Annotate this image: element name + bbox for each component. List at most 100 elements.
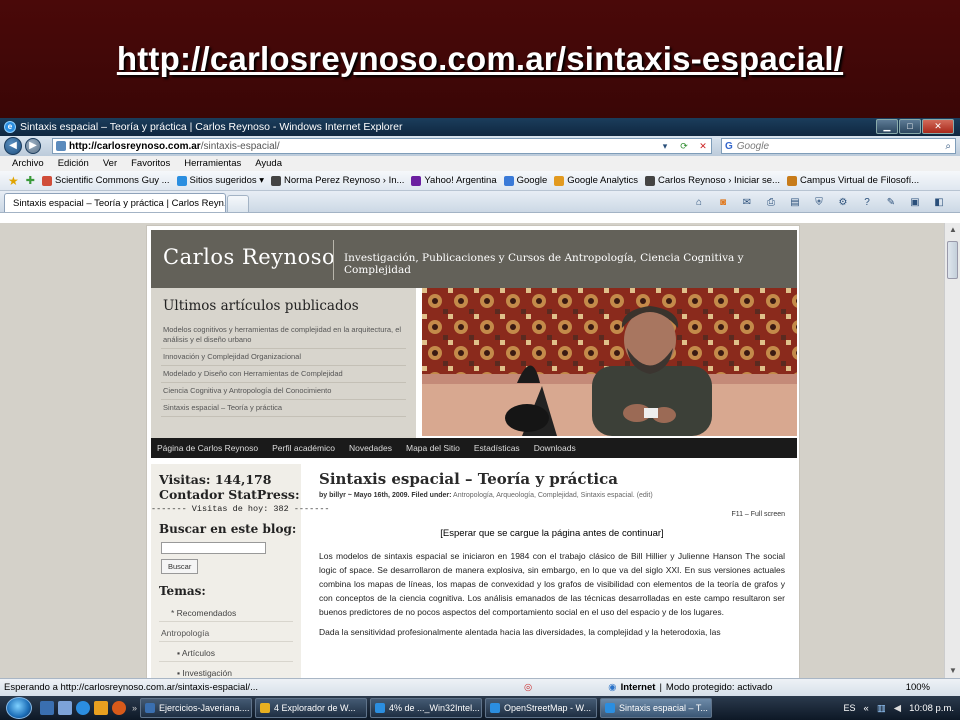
window-app-icon bbox=[260, 703, 271, 713]
scroll-thumb[interactable] bbox=[947, 241, 958, 279]
safety-icon[interactable]: ⛨ bbox=[810, 197, 828, 208]
favorite-item-0[interactable]: Scientific Commons Guy ... bbox=[41, 175, 170, 186]
zoom-level[interactable]: 100% bbox=[906, 682, 930, 693]
firefox-icon[interactable] bbox=[112, 701, 126, 715]
blog-search-input[interactable] bbox=[161, 542, 266, 554]
taskbar-button-label: Sintaxis espacial – T... bbox=[619, 703, 708, 713]
topic-link[interactable]: Antropología bbox=[159, 624, 293, 642]
byline-categories[interactable]: Antropología, Arqueología, Complejidad, … bbox=[453, 492, 653, 499]
folder-icon[interactable] bbox=[94, 701, 108, 715]
back-button[interactable]: ◀ bbox=[4, 137, 22, 155]
menu-item-2[interactable]: Ver bbox=[103, 158, 117, 169]
topic-link[interactable]: ▪ Investigación bbox=[159, 664, 293, 678]
add-favorite-icon[interactable]: ✚ bbox=[26, 174, 35, 187]
favorite-favicon-icon bbox=[176, 175, 187, 186]
wait-notice: [Esperar que se cargue la página antes d… bbox=[440, 528, 664, 539]
addon-icon[interactable]: ◧ bbox=[930, 197, 948, 208]
recent-article-link[interactable]: Innovación y Complejidad Organizacional bbox=[161, 349, 406, 366]
topic-link[interactable]: * Recomendados bbox=[159, 604, 293, 622]
favorite-item-7[interactable]: Campus Virtual de Filosofí... bbox=[786, 175, 919, 186]
site-nav-link[interactable]: Perfil académico bbox=[272, 443, 335, 453]
forward-button[interactable]: ▶ bbox=[25, 138, 41, 154]
menu-item-3[interactable]: Favoritos bbox=[131, 158, 170, 169]
recent-articles-list: Modelos cognitivos y herramientas de com… bbox=[161, 322, 406, 417]
menu-item-5[interactable]: Ayuda bbox=[255, 158, 282, 169]
taskbar-window-button[interactable]: Sintaxis espacial – T... bbox=[600, 698, 713, 718]
favorite-label: Google bbox=[516, 175, 548, 186]
sidebar: Visitas: 144,178 Contador StatPress: ---… bbox=[151, 464, 330, 678]
site-nav-link[interactable]: Downloads bbox=[534, 443, 576, 453]
show-desktop-icon[interactable] bbox=[40, 701, 54, 715]
page-menu-icon[interactable]: ▤ bbox=[786, 197, 804, 208]
menu-item-4[interactable]: Herramientas bbox=[184, 158, 241, 169]
favorites-star-icon[interactable]: ★ bbox=[8, 174, 19, 188]
minimize-button[interactable]: ▁ bbox=[876, 119, 898, 134]
post-byline: by billyr ~ Mayo 16th, 2009. Filed under… bbox=[319, 492, 785, 499]
site-nav-link[interactable]: Novedades bbox=[349, 443, 392, 453]
tools-gear-icon[interactable]: ⚙ bbox=[834, 197, 852, 208]
home-icon[interactable]: ⌂ bbox=[690, 197, 708, 208]
scroll-up-icon[interactable]: ▲ bbox=[945, 223, 960, 237]
close-button[interactable]: ✕ bbox=[922, 119, 954, 134]
taskbar-button-label: 4% de ..._Win32Intel... bbox=[389, 703, 480, 713]
recent-article-link[interactable]: Modelos cognitivos y herramientas de com… bbox=[161, 322, 406, 349]
recent-article-link[interactable]: Ciencia Cognitiva y Antropología del Con… bbox=[161, 383, 406, 400]
favorite-favicon-icon bbox=[503, 175, 514, 186]
address-bar[interactable]: http://carlosreynoso.com.ar/sintaxis-esp… bbox=[52, 138, 712, 154]
favorite-item-3[interactable]: Yahoo! Argentina bbox=[411, 175, 497, 186]
blog-search-button[interactable]: Buscar bbox=[161, 559, 199, 574]
switch-windows-icon[interactable] bbox=[58, 701, 72, 715]
favorite-item-5[interactable]: Google Analytics bbox=[554, 175, 638, 186]
post-title[interactable]: Sintaxis espacial – Teoría y práctica bbox=[319, 470, 785, 488]
ie-logo-icon: e bbox=[4, 121, 16, 133]
taskbar-window-button[interactable]: OpenStreetMap - W... bbox=[485, 698, 598, 718]
favorite-label: Yahoo! Argentina bbox=[424, 175, 497, 186]
search-box[interactable]: G Google ⌕ bbox=[721, 138, 956, 154]
taskbar-window-button[interactable]: Ejercicios-Javeriana.... bbox=[140, 698, 253, 718]
help-icon[interactable]: ? bbox=[858, 197, 876, 208]
favorite-item-4[interactable]: Google bbox=[503, 175, 548, 186]
statpress-line: Contador StatPress: bbox=[159, 487, 300, 502]
favorite-item-2[interactable]: Norma Perez Reynoso › In... bbox=[271, 175, 404, 186]
search-magnifier-icon[interactable]: ⌕ bbox=[945, 141, 951, 152]
network-icon[interactable]: ▥ bbox=[877, 703, 886, 714]
popup-blocked-icon[interactable]: ◎ bbox=[524, 682, 532, 693]
scroll-down-icon[interactable]: ▼ bbox=[945, 664, 960, 678]
favorite-item-6[interactable]: Carlos Reynoso › Iniciar se... bbox=[645, 175, 780, 186]
vertical-scrollbar[interactable]: ▲ ▼ bbox=[944, 223, 960, 678]
tab-sintaxis-espacial[interactable]: Sintaxis espacial – Teoría y práctica | … bbox=[4, 193, 226, 212]
recent-article-link[interactable]: Modelado y Diseño con Herramientas de Co… bbox=[161, 366, 406, 383]
address-dropdown-icon[interactable]: ▾ bbox=[657, 139, 673, 153]
mail-icon[interactable]: ✉ bbox=[738, 197, 756, 208]
research-icon[interactable]: ✎ bbox=[882, 197, 900, 208]
taskbar-window-button[interactable]: 4 Explorador de W... bbox=[255, 698, 368, 718]
feeds-icon[interactable]: ◙ bbox=[714, 197, 732, 208]
start-button[interactable] bbox=[6, 697, 32, 719]
post-paragraph-2: Dada la sensitividad profesionalmente al… bbox=[319, 627, 721, 637]
taskbar-window-button[interactable]: 4% de ..._Win32Intel... bbox=[370, 698, 483, 718]
site-nav-link[interactable]: Página de Carlos Reynoso bbox=[157, 443, 258, 453]
volume-icon[interactable]: ◀ bbox=[894, 703, 901, 714]
site-nav-link[interactable]: Mapa del Sitio bbox=[406, 443, 460, 453]
ie-launch-icon[interactable] bbox=[76, 701, 90, 715]
menu-item-1[interactable]: Edición bbox=[58, 158, 89, 169]
new-tab-button[interactable] bbox=[227, 195, 249, 212]
site-nav-link[interactable]: Estadísticas bbox=[474, 443, 520, 453]
clock[interactable]: 10:08 p.m. bbox=[909, 703, 954, 714]
site-name[interactable]: Carlos Reynoso bbox=[163, 245, 335, 269]
security-zone[interactable]: ◉ Internet | Modo protegido: activado bbox=[608, 682, 772, 693]
byline-prefix: by billyr ~ Mayo 16th, 2009. Filed under… bbox=[319, 492, 452, 499]
slide-title-link[interactable]: http://carlosreynoso.com.ar/sintaxis-esp… bbox=[117, 40, 843, 78]
menu-bar: Archivo Edición Ver Favoritos Herramientas Ay… bbox=[0, 156, 960, 171]
menu-item-0[interactable]: Archivo bbox=[12, 158, 44, 169]
blog-icon[interactable]: ▣ bbox=[906, 197, 924, 208]
stop-icon[interactable]: ✕ bbox=[695, 139, 711, 153]
refresh-icon[interactable]: ⟳ bbox=[676, 139, 692, 153]
topic-link[interactable]: ▪ Artículos bbox=[159, 644, 293, 662]
maximize-button[interactable]: □ bbox=[899, 119, 921, 134]
tray-expand-icon[interactable]: « bbox=[864, 703, 869, 714]
favorite-item-1[interactable]: Sitios sugeridos ▾ bbox=[176, 175, 264, 186]
language-indicator[interactable]: ES bbox=[844, 703, 856, 713]
recent-article-link[interactable]: Sintaxis espacial – Teoría y práctica bbox=[161, 400, 406, 417]
print-icon[interactable]: ⎙ bbox=[762, 197, 780, 208]
